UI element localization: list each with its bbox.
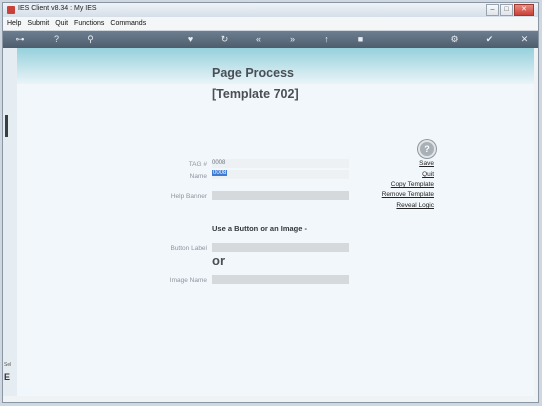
reveal-logic-link[interactable]: Reveal Logic <box>396 202 434 209</box>
menu-functions[interactable]: Functions <box>74 20 104 27</box>
stop-icon[interactable]: ■ <box>355 34 366 45</box>
save-link[interactable]: Save <box>419 160 434 167</box>
button-label-label: Button Label <box>170 245 207 252</box>
name-label: Name <box>189 173 207 180</box>
window-controls: – □ ✕ <box>486 4 534 16</box>
up-icon[interactable]: ↑ <box>321 34 332 45</box>
app-icon <box>7 6 15 14</box>
key-icon[interactable]: ⊶ <box>9 34 31 45</box>
close-window-button[interactable]: ✕ <box>514 4 534 16</box>
fast-forward-icon[interactable]: » <box>287 34 298 45</box>
rewind-icon[interactable]: « <box>253 34 264 45</box>
settings-icon[interactable]: ⚙ <box>449 34 460 45</box>
help-banner-label: Help Banner <box>170 193 207 200</box>
minimize-button[interactable]: – <box>486 4 499 16</box>
button-or-image-heading: Use a Button or an Image - <box>212 224 308 233</box>
or-separator: or <box>212 253 225 268</box>
main-content: Page Process [Template 702] TAG # 0008 N… <box>17 48 534 396</box>
name-field[interactable] <box>212 170 349 179</box>
image-name-label: Image Name <box>169 277 207 284</box>
menu-help[interactable]: Help <box>7 20 21 27</box>
refresh-icon[interactable]: ↻ <box>219 34 230 45</box>
menu-quit[interactable]: Quit <box>55 20 68 27</box>
app-window: IES Client v8.34 : My IES – □ ✕ Help Sub… <box>2 2 539 403</box>
help-circle-icon[interactable]: ? <box>418 140 436 158</box>
side-label: Sel <box>4 362 12 368</box>
page-title: Page Process <box>212 66 294 80</box>
window-title: IES Client v8.34 : My IES <box>18 5 97 12</box>
menu-submit[interactable]: Submit <box>27 20 49 27</box>
menu-commands[interactable]: Commands <box>110 20 146 27</box>
quit-link[interactable]: Quit <box>422 171 434 178</box>
image-name-field[interactable] <box>212 275 349 284</box>
check-icon[interactable]: ✔ <box>484 34 495 45</box>
help-banner-field[interactable] <box>212 191 349 200</box>
panel-marker <box>5 115 8 137</box>
search-icon[interactable]: ⚲ <box>85 34 96 45</box>
title-bar: IES Client v8.34 : My IES – □ ✕ <box>3 3 538 17</box>
remove-template-link[interactable]: Remove Template <box>382 191 434 198</box>
side-letter: E <box>4 372 11 382</box>
maximize-button[interactable]: □ <box>500 4 513 16</box>
close-icon[interactable]: ✕ <box>519 34 530 45</box>
tag-label: TAG # <box>188 161 207 168</box>
heart-icon[interactable]: ♥ <box>185 34 196 45</box>
help-icon[interactable]: ? <box>51 34 62 45</box>
menu-bar: Help Submit Quit Functions Commands <box>3 17 538 31</box>
toolbar: ⊶ ? ⚲ ♥ ↻ « » ↑ ■ ⚙ ✔ ✕ <box>3 31 538 48</box>
name-value: 0008 <box>212 170 228 176</box>
button-label-field[interactable] <box>212 243 349 252</box>
tag-value: 0008 <box>212 160 226 166</box>
tag-field[interactable] <box>212 159 349 168</box>
copy-template-link[interactable]: Copy Template <box>391 181 434 188</box>
page-subtitle: [Template 702] <box>212 87 299 101</box>
left-panel: Sel E <box>3 48 18 396</box>
